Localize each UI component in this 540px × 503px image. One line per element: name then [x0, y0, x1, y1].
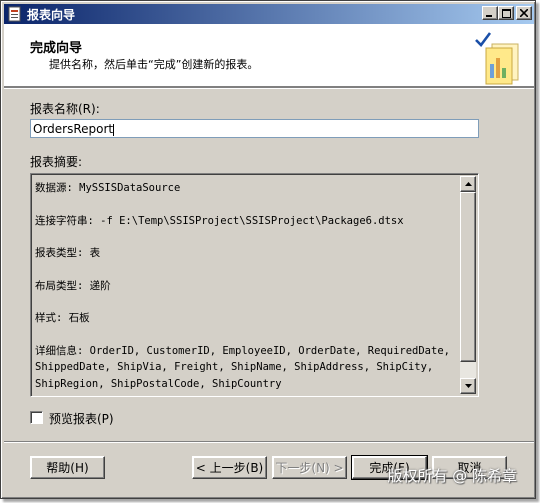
report-summary-box[interactable]: 数据源: MySSISDataSource 连接字符串: -f E:\Temp\S… [30, 173, 479, 397]
summary-line: 连接字符串: -f E:\Temp\SSISProject\SSISProjec… [35, 214, 404, 227]
summary-line [35, 327, 460, 343]
scroll-thumb[interactable] [460, 192, 476, 362]
report-name-value: OrdersReport [33, 122, 114, 136]
maximize-icon [501, 8, 511, 18]
summary-line: 布局类型: 递阶 [35, 279, 111, 292]
arrow-up-icon [464, 182, 472, 186]
minimize-icon [486, 15, 492, 17]
report-name-input[interactable]: OrdersReport [30, 119, 479, 138]
summary-line: 报表类型: 表 [35, 247, 101, 260]
scroll-up-button[interactable] [460, 176, 476, 192]
minimize-button[interactable] [482, 6, 498, 20]
summary-line: 样式: 石板 [35, 312, 90, 325]
report-name-label: 报表名称(R): [30, 102, 100, 116]
preview-report-label[interactable]: 预览报表(P) [49, 410, 114, 427]
title-bar[interactable]: 报表向导 [4, 4, 534, 24]
back-button[interactable]: < 上一步(B) [192, 456, 267, 479]
maximize-button[interactable] [498, 6, 514, 20]
text-caret [113, 123, 115, 136]
wizard-header: 完成向导 提供名称，然后单击“完成”创建新的报表。 [4, 24, 534, 87]
close-button[interactable] [516, 6, 532, 20]
window-title: 报表向导 [27, 7, 76, 22]
report-summary-label: 报表摘要: [30, 155, 83, 169]
summary-line [35, 294, 460, 310]
summary-scrollbar[interactable] [460, 176, 476, 394]
help-button[interactable]: 帮助(H) [30, 456, 105, 479]
footer-divider [4, 441, 534, 443]
report-wizard-icon [7, 6, 23, 22]
header-divider [4, 87, 534, 89]
report-wizard-graphic-icon [475, 32, 519, 85]
next-button[interactable]: 下一步(N) > [272, 456, 347, 479]
summary-line: 数据源: MySSISDataSource [35, 182, 181, 194]
report-summary-text: 数据源: MySSISDataSource 连接字符串: -f E:\Temp\S… [33, 176, 462, 394]
wizard-window: 报表向导 完成向导 提供名称，然后单击“完成”创建新的报表。 报表名称(R): … [0, 0, 536, 499]
preview-report-checkbox[interactable] [30, 411, 43, 424]
close-icon [520, 9, 528, 17]
summary-line [35, 196, 460, 212]
page-title: 完成向导 [30, 41, 83, 56]
copyright-watermark: 版权所有 @ 陈希章 [387, 467, 517, 485]
page-subtitle: 提供名称，然后单击“完成”创建新的报表。 [49, 58, 259, 71]
summary-line: 详细信息: OrderID, CustomerID, EmployeeID, O… [35, 344, 457, 390]
summary-line [35, 261, 460, 277]
summary-line [35, 229, 460, 245]
scroll-down-button[interactable] [460, 378, 476, 394]
arrow-down-icon [464, 384, 472, 388]
